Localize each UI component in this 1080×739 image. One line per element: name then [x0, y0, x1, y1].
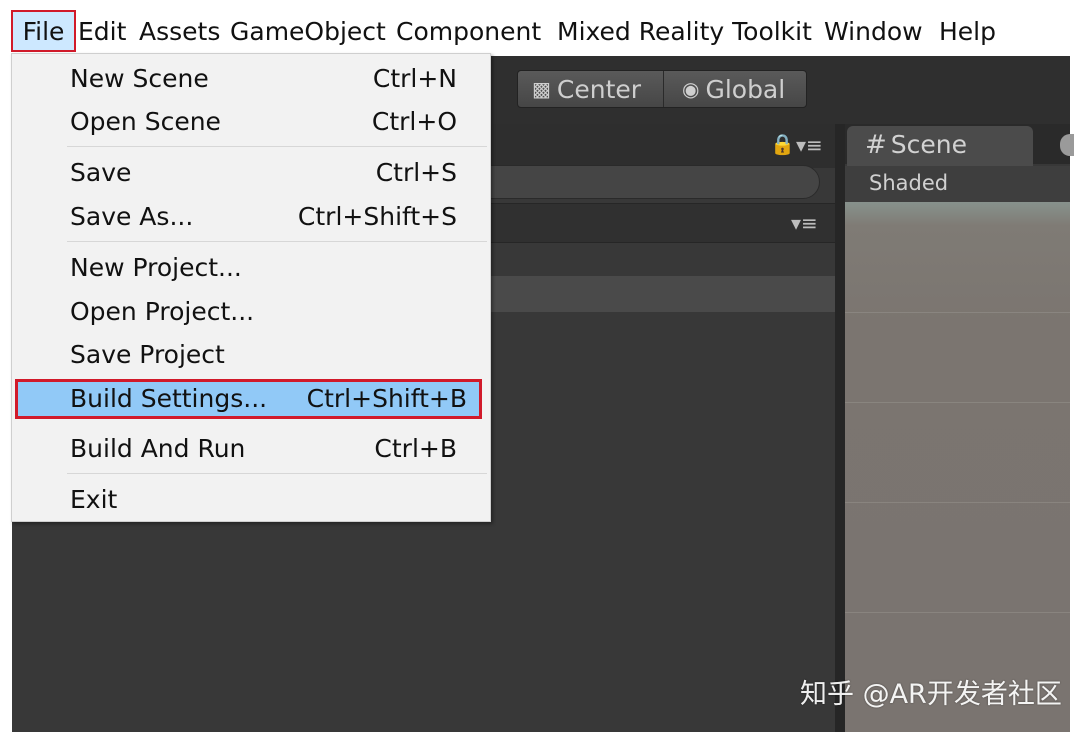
menu-edit[interactable]: Edit	[78, 10, 126, 54]
menu-item-open-project[interactable]: Open Project...	[12, 292, 490, 332]
menu-separator	[67, 241, 487, 242]
panel-divider[interactable]	[835, 124, 845, 732]
pivot-center-label: Center	[556, 75, 642, 104]
grid-icon: #	[865, 130, 887, 160]
scene-tab-label: Scene	[890, 130, 968, 159]
pivot-global-button[interactable]: ◉ Global	[682, 71, 785, 107]
tab-scene[interactable]: # Scene	[847, 126, 1033, 166]
grid-line	[845, 402, 1070, 403]
pivot-global-label: Global	[705, 75, 786, 104]
menu-item-shortcut: Ctrl+O	[371, 107, 457, 136]
pivot-center-icon: ▩	[532, 77, 551, 101]
hierarchy-toolbar	[490, 203, 835, 243]
menu-mixed-reality-toolkit[interactable]: Mixed Reality Toolkit	[557, 10, 812, 54]
menu-item-label: Build And Run	[70, 434, 246, 463]
menu-item-exit[interactable]: Exit	[12, 480, 490, 520]
file-menu-dropdown: New Scene Ctrl+N Open Scene Ctrl+O Save …	[11, 53, 491, 522]
menu-file[interactable]: File	[11, 10, 76, 52]
globe-icon: ◉	[682, 77, 700, 101]
grid-line	[845, 312, 1070, 313]
menu-item-shortcut: Ctrl+Shift+S	[297, 202, 457, 231]
grid-line	[845, 612, 1070, 613]
hierarchy-row-selected[interactable]	[490, 276, 835, 312]
scene-viewport[interactable]	[845, 202, 1070, 732]
menu-item-label: New Scene	[70, 64, 209, 93]
menu-item-save-project[interactable]: Save Project	[12, 335, 490, 375]
menu-separator	[67, 473, 487, 474]
hierarchy-menu-icon[interactable]: ▾≡	[791, 211, 818, 235]
menu-item-label: Save As...	[70, 202, 194, 231]
watermark-text: 知乎 @AR开发者社区	[800, 679, 1062, 710]
menu-item-shortcut: Ctrl+S	[375, 158, 457, 187]
menu-item-build-settings[interactable]: Build Settings... Ctrl+Shift+B	[15, 379, 482, 419]
pivot-divider	[663, 71, 664, 107]
hierarchy-search-input[interactable]	[490, 165, 820, 199]
watermark: 知乎 @AR开发者社区	[800, 672, 1062, 711]
menu-help[interactable]: Help	[939, 10, 996, 54]
menu-gameobject[interactable]: GameObject	[230, 10, 386, 54]
menu-item-save[interactable]: Save Ctrl+S	[12, 153, 490, 193]
grid-line	[845, 502, 1070, 503]
menu-bar: File Edit Assets GameObject Component Mi…	[0, 0, 1080, 56]
menu-separator	[67, 146, 487, 147]
menu-item-new-scene[interactable]: New Scene Ctrl+N	[12, 59, 490, 99]
pivot-center-button[interactable]: ▩ Center	[532, 71, 641, 107]
menu-item-save-as[interactable]: Save As... Ctrl+Shift+S	[12, 197, 490, 237]
menu-assets[interactable]: Assets	[139, 10, 220, 54]
menu-item-shortcut: Ctrl+Shift+B	[306, 384, 467, 413]
menu-item-open-scene[interactable]: Open Scene Ctrl+O	[12, 102, 490, 142]
menu-item-label: Save Project	[70, 340, 225, 369]
menu-component[interactable]: Component	[396, 10, 541, 54]
menu-item-label: Open Project...	[70, 297, 255, 326]
menu-item-label: Exit	[70, 485, 118, 514]
pivot-toggle-group: ▩ Center ◉ Global	[517, 70, 807, 108]
menu-window[interactable]: Window	[824, 10, 923, 54]
scene-toolbar: Shaded	[845, 166, 1070, 202]
menu-item-new-project[interactable]: New Project...	[12, 248, 490, 288]
menu-item-label: Build Settings...	[70, 384, 268, 413]
panel-menu-icon[interactable]: ▾≡	[796, 133, 823, 157]
menu-item-label: Save	[70, 158, 132, 187]
menu-item-label: Open Scene	[70, 107, 221, 136]
menu-item-label: New Project...	[70, 253, 242, 282]
menu-item-shortcut: Ctrl+N	[372, 64, 457, 93]
lock-icon[interactable]: 🔒	[770, 132, 795, 156]
menu-item-shortcut: Ctrl+B	[374, 434, 457, 463]
shading-mode-dropdown[interactable]: Shaded	[869, 171, 948, 195]
menu-item-build-and-run[interactable]: Build And Run Ctrl+B	[12, 429, 490, 469]
next-tab-icon[interactable]	[1060, 134, 1074, 156]
